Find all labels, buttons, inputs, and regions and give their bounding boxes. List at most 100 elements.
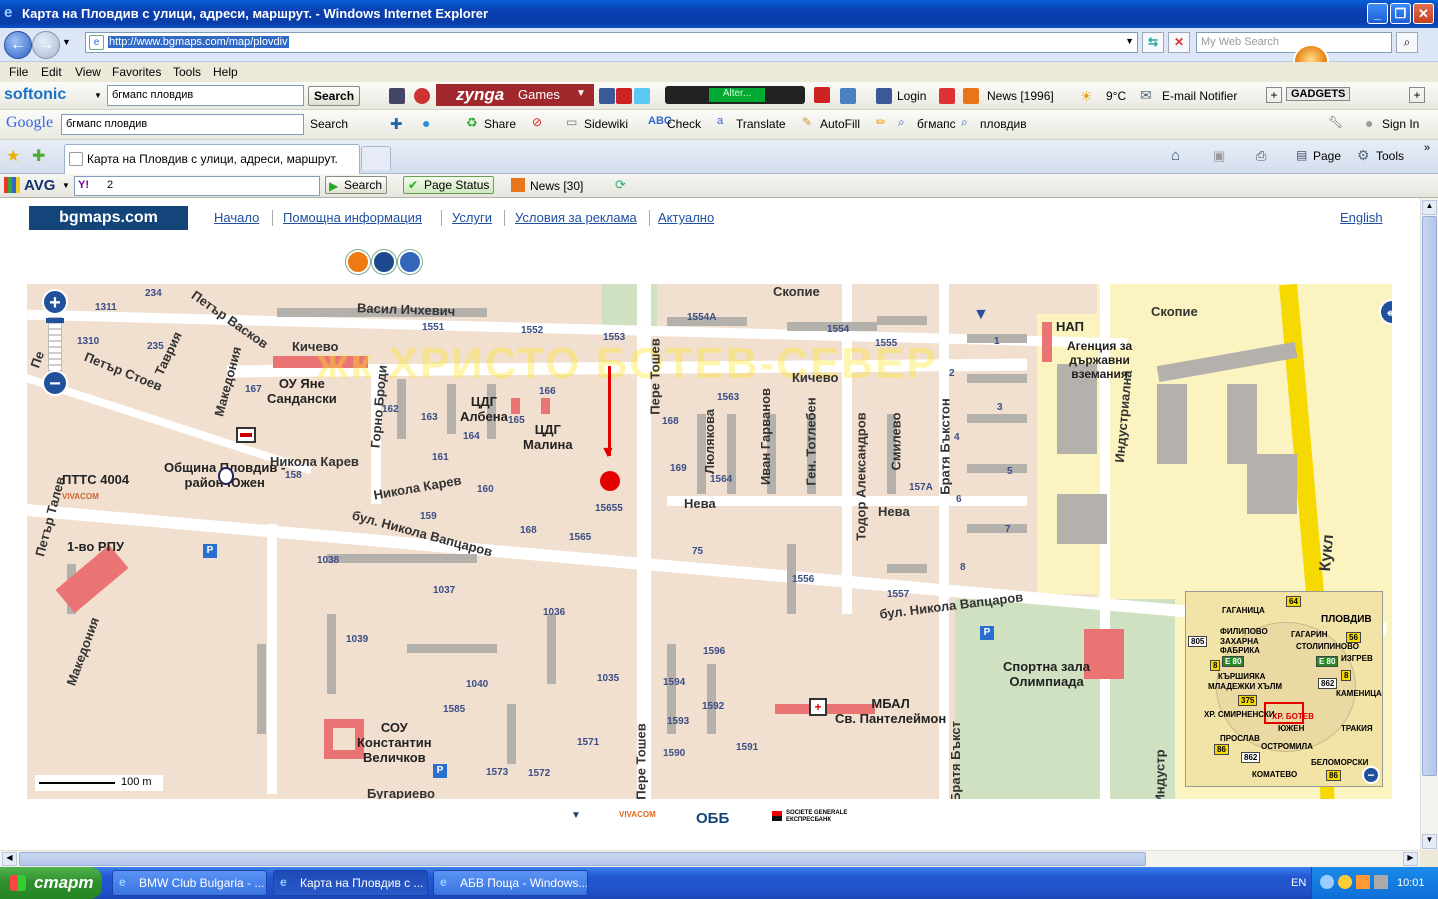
hscroll-thumb[interactable] <box>19 852 1146 866</box>
poi-label[interactable]: ОУ Яне Сандански <box>267 376 337 406</box>
youtube-tube-icon[interactable] <box>814 87 830 103</box>
search-term-2[interactable]: пловдив <box>980 117 1027 131</box>
poi-label[interactable]: Спортна зала Олимпиада <box>1003 659 1090 689</box>
nav-news[interactable]: Актуално <box>658 210 714 225</box>
zoom-in-button[interactable]: + <box>42 289 68 315</box>
gift-icon[interactable] <box>939 88 955 104</box>
poi-label[interactable]: ПТТС 4004 <box>62 472 129 487</box>
location-marker[interactable] <box>600 471 620 491</box>
feeds-icon[interactable]: ▣ <box>1213 148 1225 164</box>
address-bar[interactable]: e http://www.bgmaps.com/map/plovdiv ▼ <box>85 32 1138 53</box>
tab-bgmaps[interactable]: Карта на Пловдив с улици, адреси, маршру… <box>64 144 360 174</box>
google-search-input[interactable]: бгмапс пловдив <box>61 114 304 135</box>
area-select-icon[interactable] <box>398 250 422 274</box>
monitor-icon[interactable] <box>840 88 856 104</box>
maximize-button[interactable]: ❐ <box>1390 3 1411 24</box>
pan-hand-icon[interactable] <box>346 250 370 274</box>
popup-blocker-icon[interactable]: ⊘ <box>532 115 542 129</box>
chevron-right-icon[interactable]: » <box>1424 142 1430 154</box>
facebook-login-icon[interactable] <box>876 88 892 104</box>
zoom-out-button[interactable]: − <box>42 370 68 396</box>
avg-misc-icon[interactable]: ⟳ <box>615 177 626 193</box>
avg-news-button[interactable]: News [30] <box>530 179 583 193</box>
menu-file[interactable]: File <box>9 65 28 79</box>
select-arrow-icon[interactable] <box>372 250 396 274</box>
scroll-thumb[interactable] <box>1422 216 1437 776</box>
highlight-icon[interactable]: ✏ <box>876 115 886 129</box>
new-tab-button[interactable] <box>361 146 391 170</box>
zoom-slider[interactable] <box>48 317 62 373</box>
home-icon[interactable]: ⌂ <box>1171 147 1180 164</box>
poi-label[interactable]: ЦДГ Албена <box>460 394 508 424</box>
add-gadget-icon[interactable]: + <box>1266 87 1282 103</box>
parking-icon[interactable]: P <box>980 626 994 640</box>
sponsor-obb[interactable]: ОББ <box>696 810 729 827</box>
minimize-button[interactable]: _ <box>1367 3 1388 24</box>
menu-edit[interactable]: Edit <box>41 65 62 79</box>
menu-favorites[interactable]: Favorites <box>112 65 161 79</box>
sidewiki-button[interactable]: Sidewiki <box>584 117 628 131</box>
scroll-down-icon[interactable]: ▼ <box>1422 834 1437 849</box>
zynga-dropdown-icon[interactable]: ▼ <box>576 88 586 99</box>
bgmaps-logo[interactable]: bgmaps.com <box>29 206 188 230</box>
search-icon[interactable]: ⌕ <box>1396 32 1418 53</box>
nav-help[interactable]: Помощна информация <box>283 210 422 225</box>
arrow-icon[interactable] <box>389 88 405 104</box>
poi-label[interactable]: МБАЛ Св. Пантелеймон <box>835 696 946 726</box>
share-button[interactable]: Share <box>484 117 516 131</box>
horizontal-scrollbar[interactable]: ◀ ▶ <box>0 850 1420 867</box>
rss-icon[interactable] <box>963 88 979 104</box>
sponsor-arrow-icon[interactable]: ▼ <box>571 810 581 821</box>
menu-help[interactable]: Help <box>213 65 238 79</box>
avg-dropdown-icon[interactable]: ▼ <box>62 181 70 190</box>
page-menu[interactable]: Page <box>1313 149 1341 163</box>
language-indicator[interactable]: EN <box>1291 877 1306 889</box>
yahoo-search-input[interactable]: Y! 2 <box>74 176 320 196</box>
print-icon[interactable]: ⎙ <box>1256 148 1266 164</box>
english-link[interactable]: English <box>1340 210 1383 225</box>
poi-label[interactable]: Агенция за държавни вземания <box>1067 339 1132 381</box>
menu-view[interactable]: View <box>75 65 101 79</box>
chat-icon[interactable]: ● <box>422 115 430 131</box>
poi-label[interactable]: ЦДГ Малина <box>523 422 573 452</box>
zynga-games-button[interactable]: zynga Games ▼ <box>436 84 594 106</box>
back-button[interactable]: ← <box>4 31 32 59</box>
tray-icon[interactable] <box>1356 875 1370 889</box>
taskbar-item-active[interactable]: e Карта на Пловдив с ... <box>273 870 428 896</box>
web-search-input[interactable]: My Web Search <box>1196 32 1392 53</box>
forward-button[interactable]: → <box>32 31 60 59</box>
nav-services[interactable]: Услуги <box>452 210 492 225</box>
google-search-button[interactable]: Search <box>310 117 348 131</box>
parking-icon[interactable]: P <box>433 764 447 778</box>
twitter-icon[interactable] <box>634 88 650 104</box>
login-link[interactable]: Login <box>897 89 926 103</box>
parking-icon[interactable]: P <box>203 544 217 558</box>
avg-search-button[interactable]: ▶ Search <box>325 176 388 194</box>
scroll-up-icon[interactable]: ▲ <box>1422 200 1437 215</box>
scroll-right-icon[interactable]: ▶ <box>1403 852 1418 866</box>
taskbar-item[interactable]: e BMW Club Bulgaria - ... <box>112 870 267 896</box>
address-dropdown-icon[interactable]: ▼ <box>1125 36 1134 46</box>
history-dropdown-icon[interactable]: ▼ <box>62 37 71 47</box>
refresh-icon[interactable]: ⇆ <box>1142 32 1164 53</box>
bank-icon[interactable] <box>236 427 256 443</box>
address-url[interactable]: http://www.bgmaps.com/map/plovdiv <box>108 36 289 48</box>
page-status-button[interactable]: ✔ Page Status <box>403 176 495 194</box>
vertical-scrollbar[interactable]: ▲ ▼ <box>1420 198 1438 850</box>
softonic-search-button[interactable]: Search <box>308 86 361 106</box>
email-notifier[interactable]: E-mail Notifier <box>1162 89 1237 103</box>
scroll-left-icon[interactable]: ◀ <box>2 852 17 866</box>
mascot-icon[interactable] <box>414 88 430 104</box>
nav-home[interactable]: Начало <box>214 210 259 225</box>
overview-minimap[interactable]: ГАГАНИЦА ПЛОВДИВ ФИЛИПОВО ЗАХАРНА ФАБРИК… <box>1185 591 1383 787</box>
softonic-dropdown-icon[interactable]: ▼ <box>94 91 102 100</box>
news-feed-link[interactable]: News [1996] <box>987 89 1054 103</box>
window-title-bar[interactable]: e Карта на Пловдив с улици, адреси, марш… <box>0 0 1438 28</box>
add-toolbar-icon[interactable]: + <box>1409 87 1425 103</box>
wrench-icon[interactable]: 🔧︎ <box>1328 115 1343 129</box>
minimap-collapse-button[interactable]: − <box>1362 766 1380 784</box>
autofill-button[interactable]: AutoFill <box>820 117 860 131</box>
sponsor-vivacom[interactable]: VIVACOM <box>619 810 656 819</box>
poi-label[interactable]: 1-во РПУ <box>67 539 124 554</box>
youtube-icon[interactable] <box>616 88 632 104</box>
